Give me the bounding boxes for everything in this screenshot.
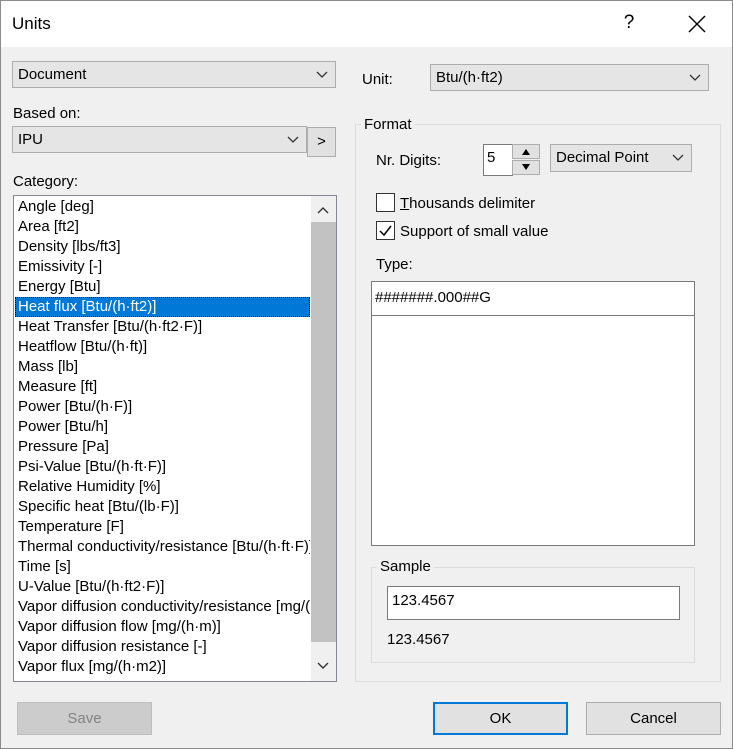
category-item[interactable]: Relative Humidity [%] (15, 477, 310, 497)
category-item[interactable]: Emissivity [-] (15, 257, 310, 277)
category-item[interactable]: U-Value [Btu/(h·ft2·F)] (15, 577, 310, 597)
dialog-title: Units (12, 14, 51, 33)
title-bar: Units ? (1, 1, 732, 47)
thousands-delimiter-text: housands delimiter (409, 195, 536, 212)
category-item[interactable]: Mass [lb] (15, 357, 310, 377)
chevron-down-icon (287, 136, 299, 143)
decimal-separator-value: Decimal Point (556, 149, 649, 166)
type-input[interactable]: #######.000##G (371, 281, 695, 316)
close-icon[interactable] (686, 13, 708, 35)
scroll-thumb[interactable] (311, 222, 336, 642)
chevron-down-icon (672, 154, 684, 161)
type-label: Type: (376, 256, 413, 273)
based-on-value: IPU (18, 131, 44, 148)
category-item[interactable]: Measure [ft] (15, 377, 310, 397)
category-item[interactable]: Heat flux [Btu/(h·ft2)] (15, 297, 310, 317)
category-items: Angle [deg] Area [ft2] Density [lbs/ft3] Em… (15, 197, 310, 677)
category-item[interactable]: Heatflow [Btu/(h·ft)] (15, 337, 310, 357)
category-item[interactable]: Area [ft2] (15, 217, 310, 237)
category-item[interactable]: Temperature [F] (15, 517, 310, 537)
increment-button[interactable] (512, 144, 540, 159)
thousands-delimiter-label: Thousands delimiter (400, 195, 535, 212)
scope-dropdown[interactable]: Document (12, 61, 336, 88)
unit-label: Unit: (362, 71, 393, 88)
help-button[interactable]: ? (621, 12, 637, 34)
category-item[interactable]: Pressure [Pa] (15, 437, 310, 457)
category-item[interactable]: Psi-Value [Btu/(h·ft·F)] (15, 457, 310, 477)
based-on-dropdown[interactable]: IPU (12, 126, 307, 153)
category-item[interactable]: Power [Btu/h] (15, 417, 310, 437)
category-scrollbar[interactable] (311, 196, 336, 681)
category-item[interactable]: Density [lbs/ft3] (15, 237, 310, 257)
type-pattern-list[interactable] (371, 315, 695, 546)
sample-output: 123.4567 (387, 631, 450, 648)
category-item[interactable]: Vapor diffusion resistance [-] (15, 637, 310, 657)
category-item[interactable]: Vapor flux [mg/(h·m2)] (15, 657, 310, 677)
save-button[interactable]: Save (17, 702, 152, 735)
category-item[interactable]: Heat Transfer [Btu/(h·ft2·F)] (15, 317, 310, 337)
thousands-delimiter-checkbox[interactable] (376, 193, 395, 212)
decrement-button[interactable] (512, 160, 540, 175)
category-item[interactable]: Angle [deg] (15, 197, 310, 217)
cancel-button[interactable]: Cancel (586, 702, 721, 735)
small-values-label: Support of small value (400, 223, 549, 240)
unit-value: Btu/(h·ft2) (436, 69, 503, 86)
apply-basis-button[interactable]: > (307, 127, 336, 157)
ok-button[interactable]: OK (433, 702, 568, 735)
category-item[interactable]: Thermal conductivity/resistance [Btu/(h·… (15, 537, 310, 557)
category-item[interactable]: Power [Btu/(h·F)] (15, 397, 310, 417)
format-group-title: Format (361, 116, 415, 133)
unit-dropdown[interactable]: Btu/(h·ft2) (430, 64, 709, 91)
triangle-up-icon (522, 149, 530, 155)
nr-digits-input[interactable]: 5 (483, 144, 513, 176)
decimal-separator-dropdown[interactable]: Decimal Point (550, 144, 692, 172)
category-label: Category: (13, 173, 79, 190)
scroll-up-icon[interactable] (316, 203, 330, 217)
chevron-down-icon (689, 74, 701, 81)
category-item[interactable]: Specific heat [Btu/(lb·F)] (15, 497, 310, 517)
based-on-label: Based on: (13, 105, 81, 122)
units-dialog: Units ? Document Based on: IPU > Categor… (0, 0, 733, 749)
nr-digits-stepper[interactable] (512, 144, 540, 176)
chevron-down-icon (316, 71, 328, 78)
category-list[interactable]: Angle [deg] Area [ft2] Density [lbs/ft3] Em… (13, 195, 337, 682)
sample-group-title: Sample (377, 558, 434, 575)
triangle-down-icon (522, 164, 530, 170)
nr-digits-label: Nr. Digits: (376, 152, 442, 169)
small-values-checkbox[interactable] (376, 221, 395, 240)
category-item[interactable]: Time [s] (15, 557, 310, 577)
mnemonic-t: T (400, 195, 410, 212)
category-item[interactable]: Energy [Btu] (15, 277, 310, 297)
category-item[interactable]: Vapor diffusion flow [mg/(h·m)] (15, 617, 310, 637)
category-item[interactable]: Vapor diffusion conductivity/resistance … (15, 597, 310, 617)
checkmark-icon (379, 225, 392, 237)
scope-value: Document (18, 66, 87, 83)
scroll-down-icon[interactable] (316, 659, 330, 673)
sample-input[interactable]: 123.4567 (387, 586, 680, 620)
